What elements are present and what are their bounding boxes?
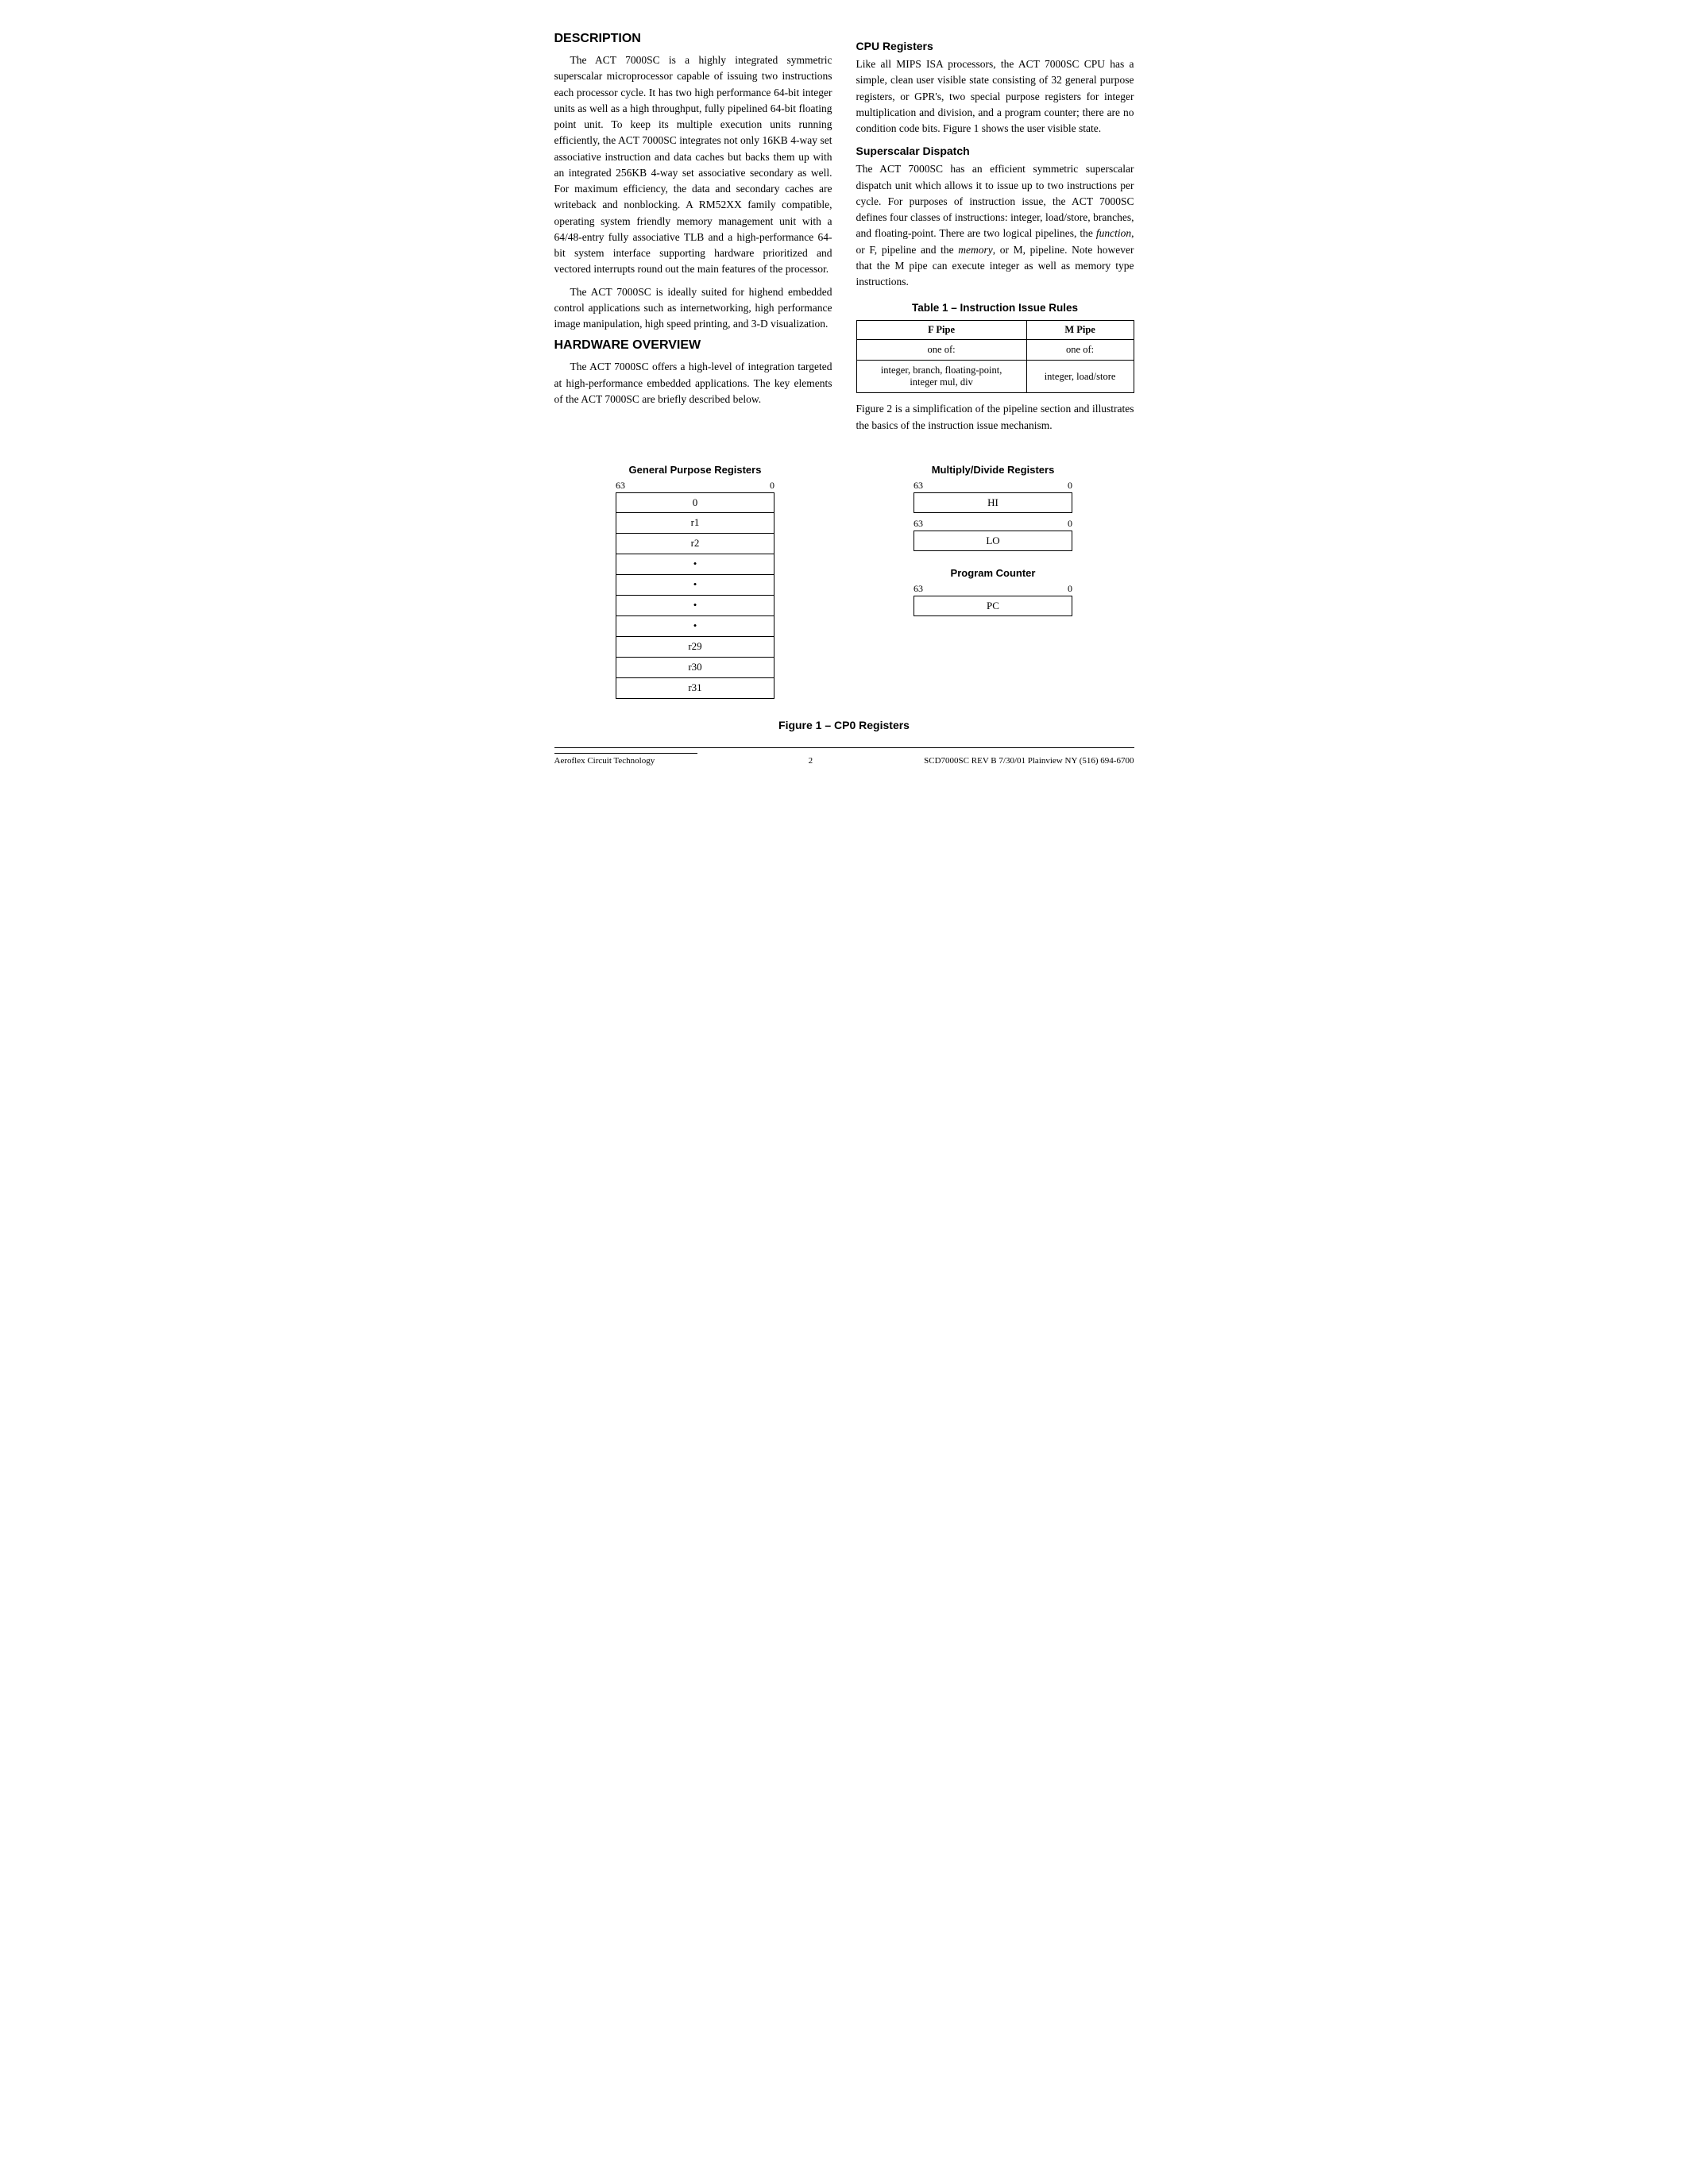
table-header-fpipe: F Pipe: [856, 321, 1026, 340]
description-para1: The ACT 7000SC is a highly integrated sy…: [554, 52, 832, 278]
cpu-registers-para1: Like all MIPS ISA processors, the ACT 70…: [856, 56, 1134, 137]
table-row: one of: one of:: [856, 340, 1134, 361]
main-content: DESCRIPTION The ACT 7000SC is a highly i…: [554, 32, 1134, 440]
gpr-title: General Purpose Registers: [629, 464, 762, 476]
footer-company: Aeroflex Circuit Technology: [554, 756, 655, 766]
table-cell-mpipe-row1: one of:: [1026, 340, 1134, 361]
gpr-row-dot1: •: [616, 554, 774, 575]
gpr-diagram: General Purpose Registers 63 0 0 r1 r2 •…: [616, 464, 774, 699]
gpr-row-dot2: •: [616, 575, 774, 596]
right-diagrams: Multiply/Divide Registers 63 0 HI 63 0 L…: [914, 464, 1072, 616]
gpr-row-dot3: •: [616, 596, 774, 616]
multiply-divide-group: Multiply/Divide Registers 63 0 HI 63 0 L…: [914, 464, 1072, 551]
cpu-registers-title: CPU Registers: [856, 40, 1134, 52]
gpr-bit-low: 0: [770, 480, 774, 492]
superscalar-dispatch-para1: The ACT 7000SC has an efficient symmetri…: [856, 161, 1134, 290]
table-cell-fpipe-row1: one of:: [856, 340, 1026, 361]
multiply-divide-title: Multiply/Divide Registers: [932, 464, 1055, 476]
table-row: integer, branch, floating-point,integer …: [856, 361, 1134, 393]
figure2-text: Figure 2 is a simplification of the pipe…: [856, 401, 1134, 434]
program-counter-group: Program Counter 63 0 PC: [914, 567, 1072, 616]
pc-bit-labels: 63 0: [914, 583, 1072, 595]
lo-register-row: LO: [914, 531, 1072, 551]
gpr-row-r30: r30: [616, 658, 774, 678]
table-cell-mpipe-row2: integer, load/store: [1026, 361, 1134, 393]
pc-bit-low: 0: [1068, 583, 1072, 595]
hardware-overview-title: HARDWARE OVERVIEW: [554, 338, 832, 353]
hi-bit-low: 0: [1068, 480, 1072, 492]
lo-bit-low: 0: [1068, 518, 1072, 530]
description-title: DESCRIPTION: [554, 32, 832, 46]
page: DESCRIPTION The ACT 7000SC is a highly i…: [554, 32, 1134, 766]
description-para2: The ACT 7000SC is ideally suited for hig…: [554, 284, 832, 333]
footer-page-number: 2: [809, 756, 813, 766]
hi-bit-high: 63: [914, 480, 923, 492]
footer: Aeroflex Circuit Technology 2 SCD7000SC …: [554, 747, 1134, 766]
figure-section: General Purpose Registers 63 0 0 r1 r2 •…: [554, 464, 1134, 699]
figure1-caption: Figure 1 – CP0 Registers: [554, 719, 1134, 731]
hi-register-row: HI: [914, 492, 1072, 513]
right-column: CPU Registers Like all MIPS ISA processo…: [856, 32, 1134, 440]
instruction-issue-table: F Pipe M Pipe one of: one of: integer, b…: [856, 320, 1134, 393]
lo-bit-high: 63: [914, 518, 923, 530]
pc-register-row: PC: [914, 596, 1072, 616]
table-header-mpipe: M Pipe: [1026, 321, 1134, 340]
gpr-rows: 0 r1 r2 • • • • r29 r30 r31: [616, 492, 774, 699]
footer-right: SCD7000SC REV B 7/30/01 Plainview NY (51…: [924, 756, 1134, 766]
table-cell-fpipe-row2: integer, branch, floating-point,integer …: [856, 361, 1026, 393]
gpr-row-r31: r31: [616, 678, 774, 699]
gpr-row-r29: r29: [616, 637, 774, 658]
hi-bit-labels: 63 0: [914, 480, 1072, 492]
lo-bit-labels: 63 0: [914, 518, 1072, 530]
gpr-bit-labels: 63 0: [616, 480, 774, 492]
program-counter-title: Program Counter: [951, 567, 1036, 579]
gpr-row-0: 0: [616, 492, 774, 513]
gpr-row-dot4: •: [616, 616, 774, 637]
gpr-bit-high: 63: [616, 480, 625, 492]
hardware-overview-para1: The ACT 7000SC offers a high-level of in…: [554, 359, 832, 407]
left-column: DESCRIPTION The ACT 7000SC is a highly i…: [554, 32, 832, 440]
pc-bit-high: 63: [914, 583, 923, 595]
footer-left: Aeroflex Circuit Technology: [554, 753, 697, 766]
superscalar-dispatch-title: Superscalar Dispatch: [856, 145, 1134, 157]
gpr-row-r2: r2: [616, 534, 774, 554]
table1-title: Table 1 – Instruction Issue Rules: [856, 302, 1134, 314]
gpr-row-r1: r1: [616, 513, 774, 534]
